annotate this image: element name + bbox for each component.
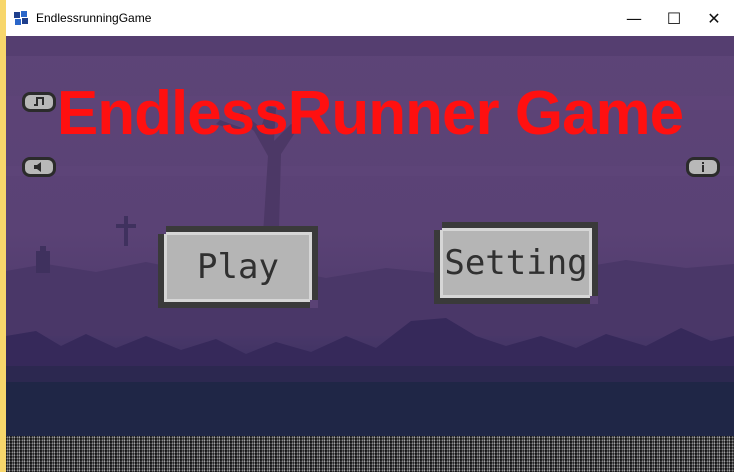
info-icon [702,162,704,172]
maximize-button[interactable]: ☐ [654,0,694,36]
game-title: EndlessRunner Game [56,79,684,148]
speaker-icon [34,162,41,172]
window-controls: — ☐ ✕ [614,0,734,36]
music-note-icon [34,97,44,106]
minimize-button[interactable]: — [614,0,654,36]
sound-toggle-button[interactable] [22,157,56,177]
app-icon [14,11,28,25]
window-title: EndlessrunningGame [36,11,152,25]
noise-overlay [6,436,734,472]
info-button[interactable] [686,157,720,177]
music-toggle-button[interactable] [22,92,56,112]
title-bar[interactable]: EndlessrunningGame — ☐ ✕ [6,0,734,36]
play-button[interactable]: Play [158,226,318,308]
setting-button[interactable]: Setting [434,222,598,304]
close-button[interactable]: ✕ [694,0,734,36]
app-window: EndlessrunningGame — ☐ ✕ EndlessRunner G… [0,0,734,472]
game-canvas[interactable]: EndlessRunner Game Play Setting [6,36,734,472]
